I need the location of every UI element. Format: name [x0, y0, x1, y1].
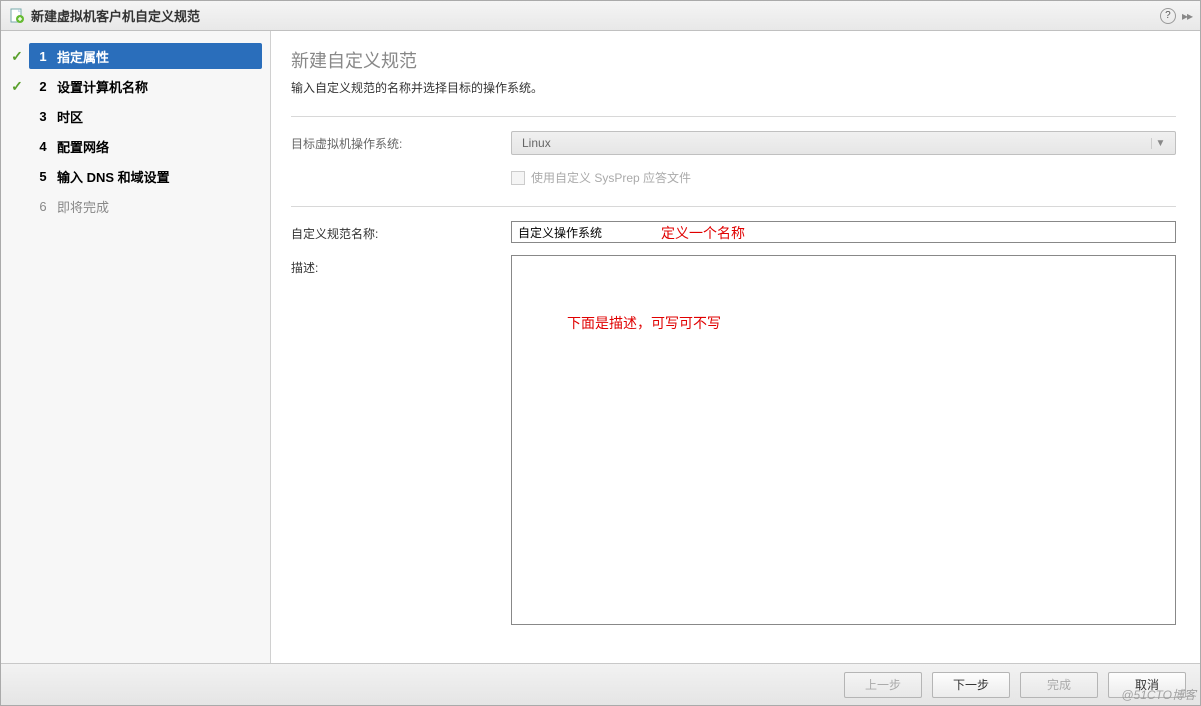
step-label: 时区: [57, 107, 83, 126]
step-number: 6: [35, 199, 51, 214]
dialog-window: 新建虚拟机客户机自定义规范 ? ▸▸ ✓ 1 指定属性 ✓ 2 设置计算机名称: [0, 0, 1201, 706]
spec-name-input[interactable]: [511, 221, 1176, 243]
name-row: 自定义规范名称: 定义一个名称: [291, 221, 1176, 243]
next-button[interactable]: 下一步: [932, 672, 1010, 698]
step-label: 设置计算机名称: [57, 77, 148, 96]
check-placeholder: [9, 168, 25, 184]
name-label: 自定义规范名称:: [291, 221, 511, 242]
check-placeholder: [9, 108, 25, 124]
expand-icon[interactable]: ▸▸: [1182, 9, 1192, 23]
description-textarea[interactable]: [511, 255, 1176, 625]
step-label: 指定属性: [57, 47, 109, 66]
check-placeholder: [9, 138, 25, 154]
window-title: 新建虚拟机客户机自定义规范: [31, 6, 1160, 25]
checkbox-icon: [511, 171, 525, 185]
sysprep-label: 使用自定义 SysPrep 应答文件: [531, 169, 691, 186]
step-number: 3: [35, 109, 51, 124]
os-select[interactable]: Linux ▼: [511, 131, 1176, 155]
page-title: 新建自定义规范: [291, 47, 1176, 73]
page-subtitle: 输入自定义规范的名称并选择目标的操作系统。: [291, 79, 1176, 96]
step-3[interactable]: 3 时区: [1, 101, 270, 131]
step-label: 输入 DNS 和域设置: [57, 167, 170, 186]
check-placeholder: [9, 198, 25, 214]
step-label: 即将完成: [57, 197, 109, 216]
step-number: 5: [35, 169, 51, 184]
wizard-sidebar: ✓ 1 指定属性 ✓ 2 设置计算机名称 3 时区: [1, 31, 271, 663]
step-number: 4: [35, 139, 51, 154]
divider: [291, 116, 1176, 117]
titlebar: 新建虚拟机客户机自定义规范 ? ▸▸: [1, 1, 1200, 31]
chevron-down-icon: ▼: [1151, 138, 1169, 149]
step-number: 1: [35, 49, 51, 64]
check-icon: ✓: [9, 78, 25, 94]
desc-row: 描述: 下面是描述，可写可不写: [291, 255, 1176, 643]
os-value: Linux: [522, 136, 551, 150]
document-add-icon: [9, 8, 25, 24]
step-label: 配置网络: [57, 137, 109, 156]
cancel-button[interactable]: 取消: [1108, 672, 1186, 698]
step-6[interactable]: 6 即将完成: [1, 191, 270, 221]
main-content: 新建自定义规范 输入自定义规范的名称并选择目标的操作系统。 目标虚拟机操作系统:…: [271, 31, 1200, 663]
back-button[interactable]: 上一步: [844, 672, 922, 698]
spacer: [291, 167, 511, 171]
help-icon[interactable]: ?: [1160, 8, 1176, 24]
body-area: ✓ 1 指定属性 ✓ 2 设置计算机名称 3 时区: [1, 31, 1200, 663]
os-label: 目标虚拟机操作系统:: [291, 131, 511, 152]
step-1[interactable]: ✓ 1 指定属性: [1, 41, 270, 71]
step-number: 2: [35, 79, 51, 94]
check-icon: ✓: [9, 48, 25, 64]
desc-label: 描述:: [291, 255, 511, 276]
step-5[interactable]: 5 输入 DNS 和域设置: [1, 161, 270, 191]
step-2[interactable]: ✓ 2 设置计算机名称: [1, 71, 270, 101]
finish-button[interactable]: 完成: [1020, 672, 1098, 698]
divider: [291, 206, 1176, 207]
sysprep-row: 使用自定义 SysPrep 应答文件: [291, 167, 1176, 186]
step-4[interactable]: 4 配置网络: [1, 131, 270, 161]
os-row: 目标虚拟机操作系统: Linux ▼: [291, 131, 1176, 155]
footer: 上一步 下一步 完成 取消 @51CTO博客: [1, 663, 1200, 705]
sysprep-checkbox: 使用自定义 SysPrep 应答文件: [511, 167, 1176, 186]
titlebar-controls: ? ▸▸: [1160, 8, 1192, 24]
